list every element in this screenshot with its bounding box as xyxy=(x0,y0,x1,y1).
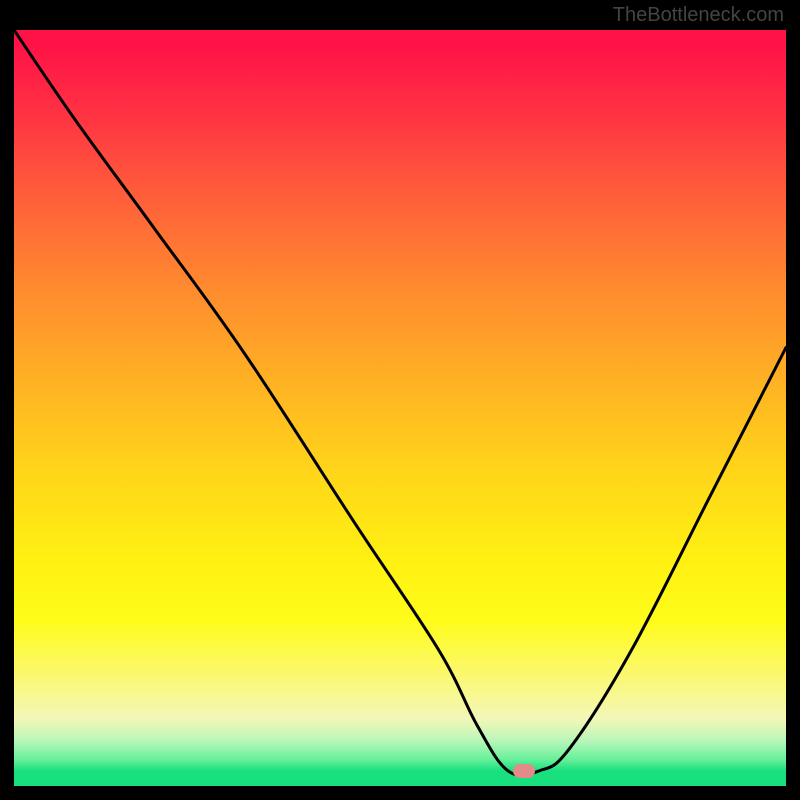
chart-stage: TheBottleneck.com xyxy=(0,0,800,800)
plot-area xyxy=(14,30,786,786)
bottleneck-curve xyxy=(14,30,786,776)
attribution-text: TheBottleneck.com xyxy=(613,4,784,27)
curve-svg xyxy=(14,30,786,786)
optimal-marker xyxy=(513,764,535,778)
